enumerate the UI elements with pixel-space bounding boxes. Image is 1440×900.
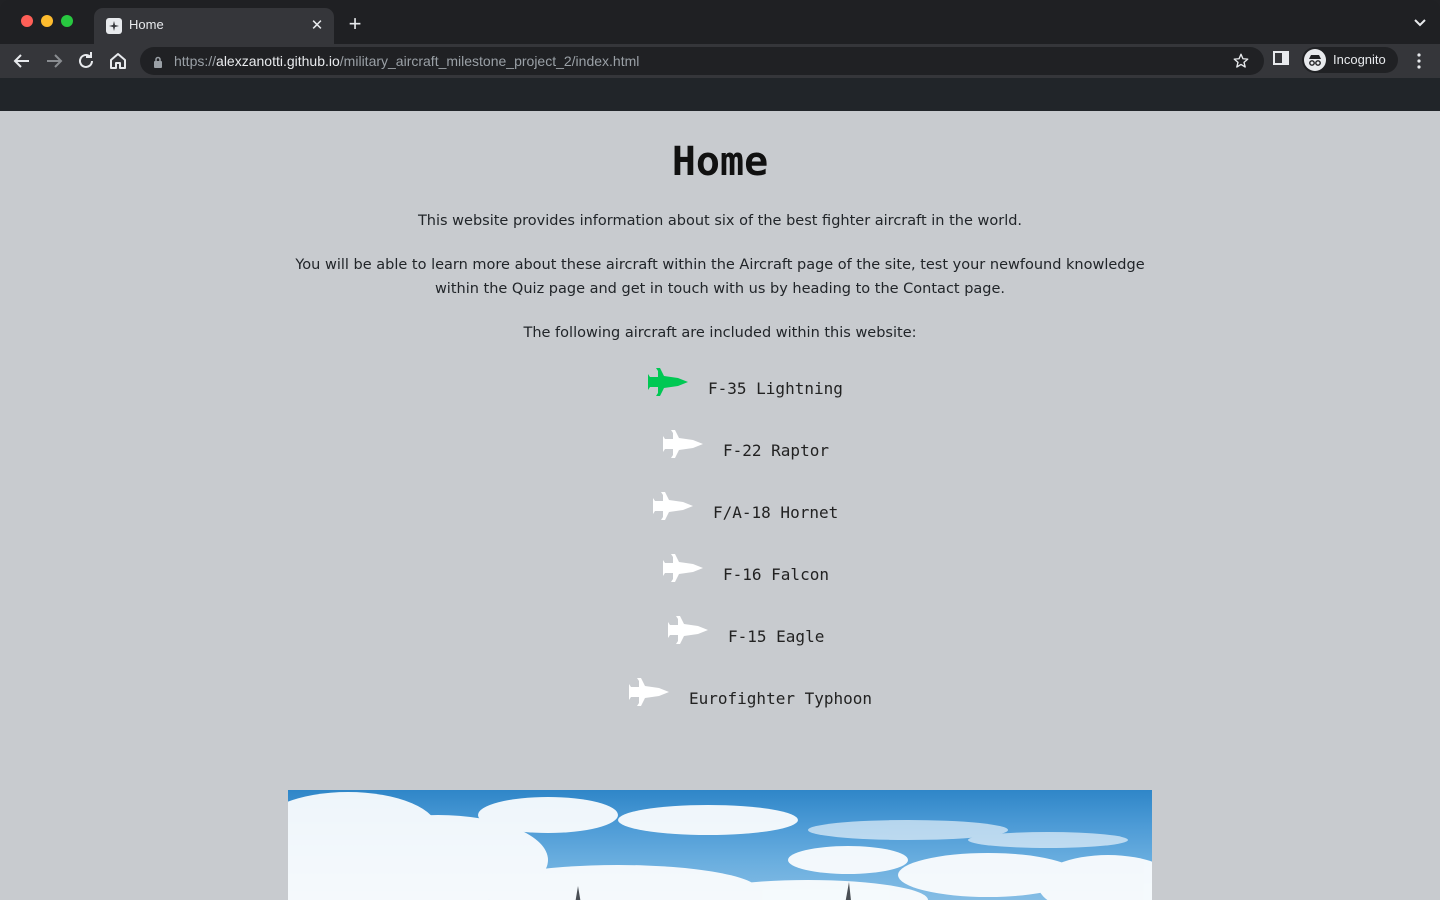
hero-sky-image: [288, 790, 1152, 900]
forward-arrow-icon[interactable]: [42, 49, 66, 73]
url-path: /military_aircraft_milestone_project_2/i…: [339, 53, 640, 69]
intro-paragraph: This website provides information about …: [417, 213, 1023, 229]
aircraft-item-f22[interactable]: F-22 Raptor: [0, 429, 1440, 469]
tab-search-chevron-icon[interactable]: [1412, 14, 1428, 30]
page-content: Home This website provides information a…: [0, 111, 1440, 900]
aircraft-name: F-22 Raptor: [723, 441, 829, 460]
aircraft-name: F/A-18 Hornet: [713, 503, 839, 522]
side-panel-icon[interactable]: [1272, 49, 1290, 72]
aircraft-name: F-35 Lightning: [708, 379, 843, 398]
aircraft-name: F-15 Eagle: [728, 627, 825, 646]
site-favicon-icon: [106, 18, 122, 34]
url-text: https://alexzanotti.github.io/military_a…: [174, 53, 639, 69]
aircraft-item-typhoon[interactable]: Eurofighter Typhoon: [0, 677, 1440, 717]
fighter-jet-icon: [668, 615, 710, 652]
tab-title: Home: [129, 17, 164, 32]
home-icon[interactable]: [106, 49, 130, 73]
incognito-label: Incognito: [1333, 52, 1386, 67]
browser-tab-bar: Home ✕ +: [0, 0, 1440, 44]
close-window-button[interactable]: [21, 15, 33, 27]
browser-toolbar: https://alexzanotti.github.io/military_a…: [0, 44, 1440, 78]
fighter-jet-icon: [648, 367, 690, 404]
maximize-window-button[interactable]: [61, 15, 73, 27]
bookmark-star-icon[interactable]: [1232, 52, 1250, 75]
fighter-jet-icon: [663, 429, 705, 466]
aircraft-name: Eurofighter Typhoon: [689, 689, 873, 708]
aircraft-item-f16[interactable]: F-16 Falcon: [0, 553, 1440, 593]
cloud-photo: [288, 792, 1152, 900]
url-host: alexzanotti.github.io: [216, 53, 340, 69]
incognito-icon: [1304, 49, 1326, 71]
incognito-profile-button[interactable]: Incognito: [1302, 47, 1398, 73]
minimize-window-button[interactable]: [41, 15, 53, 27]
fighter-jet-icon: [629, 677, 671, 714]
site-navbar: [0, 78, 1440, 111]
new-tab-button[interactable]: +: [344, 13, 366, 35]
fighter-jet-icon: [663, 553, 705, 590]
address-bar[interactable]: https://alexzanotti.github.io/military_a…: [140, 47, 1264, 75]
browser-tab-home[interactable]: Home ✕: [94, 8, 334, 44]
page-title: Home: [671, 139, 769, 185]
fighter-jet-icon: [653, 491, 695, 528]
url-scheme: https://: [174, 53, 217, 69]
back-arrow-icon[interactable]: [10, 49, 34, 73]
aircraft-item-f35[interactable]: F-35 Lightning: [0, 367, 1440, 407]
aircraft-item-fa18[interactable]: F/A-18 Hornet: [0, 491, 1440, 531]
tab-close-icon[interactable]: ✕: [308, 17, 326, 35]
aircraft-name: F-16 Falcon: [723, 565, 829, 584]
list-intro-paragraph: The following aircraft are included with…: [523, 325, 917, 341]
details-paragraph: You will be able to learn more about the…: [295, 257, 1145, 297]
reload-icon[interactable]: [74, 49, 98, 73]
lock-icon[interactable]: [153, 55, 163, 73]
browser-menu-icon[interactable]: [1410, 52, 1428, 70]
aircraft-item-f15[interactable]: F-15 Eagle: [0, 615, 1440, 655]
